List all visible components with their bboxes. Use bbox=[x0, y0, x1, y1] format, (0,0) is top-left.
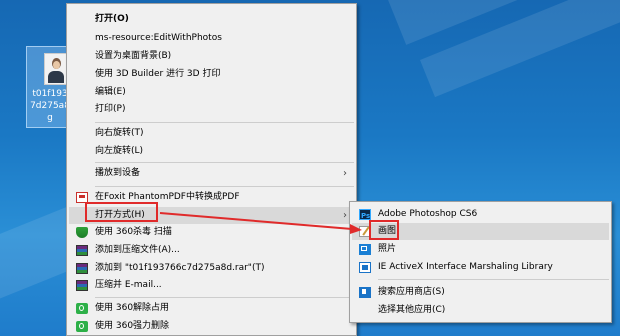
annotation-arrow bbox=[159, 212, 362, 234]
